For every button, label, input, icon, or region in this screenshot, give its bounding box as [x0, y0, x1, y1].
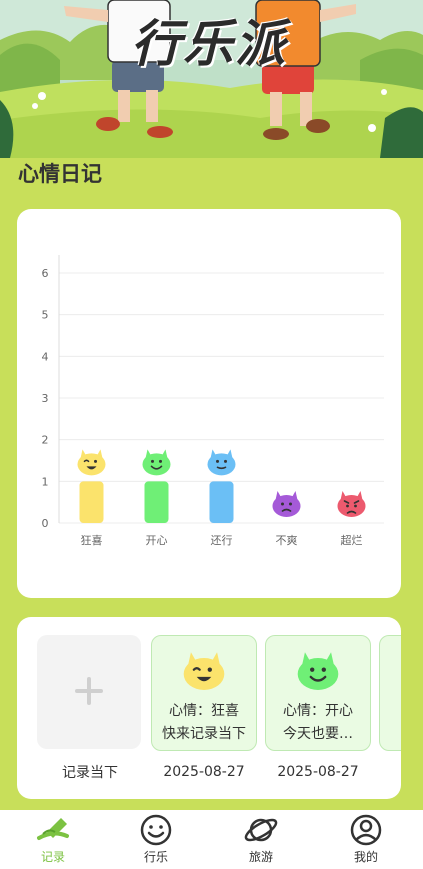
face-eye — [159, 459, 162, 463]
tab-label: 记录 — [40, 850, 65, 864]
face-body — [142, 453, 171, 476]
record-mood: 心情：狂喜 — [169, 703, 239, 719]
face-eye — [321, 667, 326, 672]
add-record-item[interactable]: 记录当下 — [37, 635, 143, 782]
x-tick-label: 还行 — [211, 534, 233, 547]
y-tick-label: 1 — [42, 475, 49, 488]
add-record-label: 记录当下 — [62, 765, 118, 781]
face-group — [183, 652, 225, 690]
face-eye — [151, 459, 154, 463]
record-mood: 心情：开心 — [283, 703, 353, 719]
face-eye — [224, 459, 227, 463]
face-body — [297, 658, 339, 690]
tab-label: 旅游 — [248, 850, 273, 864]
mood-chart-card: 0 1 2 3 4 5 6 狂喜 开心 还行 不爽 超烂 — [17, 209, 401, 598]
y-tick-label: 3 — [42, 392, 49, 405]
bar-mood-face — [337, 491, 366, 517]
record-card-box[interactable]: 心情：狂喜 快来记录当下 — [151, 635, 257, 751]
plus-icon — [75, 677, 103, 705]
x-tick-label: 开心 — [146, 534, 168, 547]
y-tick-label: 6 — [42, 267, 49, 280]
bar — [209, 481, 234, 523]
record-date: 2025-08-27 — [163, 764, 245, 780]
face-eye — [346, 504, 349, 508]
happy-face-icon — [297, 652, 339, 690]
record-text: 今天也要… — [283, 726, 353, 742]
bar — [144, 481, 169, 523]
y-tick-label: 0 — [42, 517, 49, 530]
tab-mine[interactable]: 我的 — [313, 814, 419, 865]
x-tick-label: 不爽 — [276, 534, 298, 547]
record-date: 20 — [379, 764, 401, 780]
pen-icon — [37, 818, 69, 840]
x-tick-label: 超烂 — [341, 533, 363, 547]
record-card-box[interactable]: 心情：开心 今天也要… — [265, 635, 371, 751]
app-logo-title: 行乐派 — [131, 15, 287, 73]
record-date: 2025-08-27 — [277, 764, 359, 780]
face-eye — [354, 504, 357, 508]
record-card[interactable]: 心情：狂喜 快来记录当下 2025-08-27 — [151, 635, 257, 780]
face-body — [183, 658, 225, 690]
face-body — [337, 495, 366, 517]
mood-records-card: 记录当下 心情：狂喜 快来记录当下 2025-08-27 心情：开心 今天也要…… — [17, 617, 401, 799]
y-tick-label: 4 — [42, 350, 49, 363]
bottom-tab-bar: 记录 行乐 旅游 我的 — [0, 810, 423, 869]
tab-travel[interactable]: 旅游 — [208, 814, 314, 865]
y-tick-label: 5 — [42, 309, 49, 322]
tab-record[interactable]: 记录 — [0, 814, 106, 865]
record-card[interactable]: 心情：开心 今天也要… 2025-08-27 — [265, 635, 371, 780]
user-icon — [350, 814, 382, 846]
tab-fun[interactable]: 行乐 — [103, 814, 209, 865]
face-body — [207, 453, 236, 476]
page-title: 心情日记 — [18, 162, 102, 186]
face-eye — [310, 667, 315, 672]
ecstatic-face-icon — [183, 652, 225, 690]
x-tick-label: 狂喜 — [81, 534, 103, 547]
record-mood: 心 — [380, 700, 401, 720]
y-tick-label: 2 — [42, 434, 49, 447]
record-card[interactable]: 心 20 — [379, 635, 401, 780]
add-record-button[interactable] — [37, 635, 141, 749]
smile-icon — [140, 814, 172, 846]
face-eye — [281, 502, 284, 506]
bar-mood-face — [142, 449, 171, 476]
face-eye — [216, 459, 219, 463]
tab-label: 我的 — [353, 850, 378, 864]
bar-mood-face — [77, 449, 106, 476]
header-banner: 行乐派 — [0, 0, 423, 158]
planet-icon — [244, 818, 278, 842]
record-card-box[interactable]: 心 — [379, 635, 401, 751]
bar — [79, 481, 104, 523]
face-body — [77, 453, 106, 476]
bar-mood-face — [272, 491, 301, 517]
bar-mood-face — [207, 449, 236, 476]
face-body — [272, 495, 301, 517]
tab-label: 行乐 — [143, 850, 168, 864]
face-eye — [207, 667, 212, 672]
face-eye — [289, 502, 292, 506]
record-text: 快来记录当下 — [162, 726, 246, 742]
face-eye — [94, 459, 97, 463]
mood-bar-chart: 0 1 2 3 4 5 6 狂喜 开心 还行 不爽 超烂 — [42, 255, 384, 547]
face-group — [297, 652, 339, 690]
